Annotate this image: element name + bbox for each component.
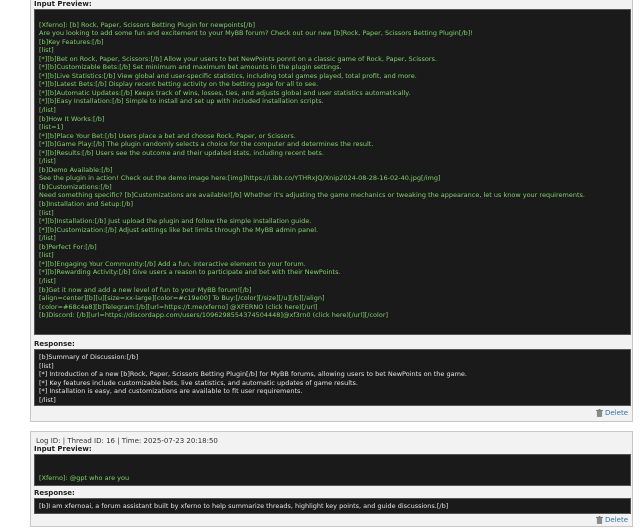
delete-label: Delete [605, 409, 628, 417]
response-box: [b]Summary of Discussion:[/b] [list] [*] I… [34, 349, 631, 406]
input-text-line: [Xferno]: [b] Rock, Paper, Scissors Bett… [39, 20, 256, 29]
response-text-line: [*] Introduction of a new [b]Rock, Paper… [39, 370, 468, 379]
input-text-line [39, 328, 626, 334]
input-preview-box: [Xferno]: [b] Rock, Paper, Scissors Bett… [34, 9, 631, 335]
input-text-line [39, 320, 626, 329]
input-text-line: [*][b]Bet on Rock, Paper, Scissors:[/b] … [39, 54, 437, 63]
input-text-line: [list=1] [39, 123, 64, 132]
input-text-line [39, 457, 626, 466]
input-text-line: [b]Get it now and add a new level of fun… [39, 285, 252, 294]
input-text-line: [Xferno]: @gpt who are you [39, 474, 130, 482]
input-text-line: [color=#68c4e8][b]Telegram:[/b][url=http… [39, 302, 318, 311]
input-text-line: [b]Demo Available:[/b] [39, 165, 113, 174]
input-text-line: [*][b]Automatic Updates:[/b] Keeps track… [39, 88, 411, 97]
input-text-line: [b]Perfect For:[/b] [39, 242, 97, 251]
input-text-line: [/list] [39, 276, 56, 285]
input-text-line: [list] [39, 208, 54, 217]
input-text-line [39, 466, 626, 475]
input-text-line: Are you looking to add some fun and exci… [39, 29, 473, 38]
input-text-line: [align=center][b][u][size=xx-large][colo… [39, 294, 325, 303]
input-text-line: [*][b]Game Play:[/b] The plugin randomly… [39, 140, 374, 149]
response-label: Response: [34, 340, 75, 348]
input-text-line: [*][b]Installation:[/b] Just upload the … [39, 217, 312, 226]
input-text-line: [b]How It Works:[/b] [39, 114, 105, 123]
input-text-line: [b]Customizations:[/b] [39, 182, 112, 191]
input-text-line: [*][b]Customization:[/b] Adjust settings… [39, 225, 319, 234]
input-text-line: [b]Discord: [/b][url=https://discordapp.… [39, 311, 389, 320]
delete-button[interactable]: Delete [596, 516, 628, 524]
input-text-line: [/list] [39, 106, 56, 115]
trash-icon [596, 516, 603, 524]
log-entry: Log ID: | Thread ID: 16 | Time: 2025-07-… [30, 431, 633, 527]
page-left-margin [0, 0, 30, 529]
input-text-line: [/list] [39, 157, 56, 166]
response-label: Response: [34, 489, 75, 497]
log-entry: Input Preview: [Xferno]: [b] Rock, Paper… [30, 0, 633, 422]
input-text-line: [/list] [39, 234, 56, 243]
input-text-line: [b]Installation and Setup:[/b] [39, 200, 134, 209]
input-text-line: [*][b]Easy Installation:[/b] Simple to i… [39, 97, 324, 106]
response-text-line: [*] Key features include customizable be… [39, 378, 358, 387]
response-text-line: [list] [39, 361, 54, 370]
response-text-line: [b]Summary of Discussion:[/b] [39, 353, 139, 361]
delete-button[interactable]: Delete [596, 409, 628, 417]
delete-label: Delete [605, 516, 628, 524]
input-text-line: Need something specific? [b]Customizatio… [39, 191, 585, 200]
input-text-line: [list] [39, 46, 54, 55]
input-text-line: [*][b]Latest Bets:[/b] Display recent be… [39, 80, 319, 89]
input-text-line: [*][b]Engaging Your Community:[/b] Add a… [39, 259, 306, 268]
response-text-line: [b]I am xfernoai, a forum assistant buil… [39, 502, 449, 510]
response-box: [b]I am xfernoai, a forum assistant buil… [34, 498, 631, 514]
input-text-line: [*][b]Results:[/b] Users see the outcome… [39, 148, 324, 157]
input-text-line: [*][b]Place Your Bet:[/b] Users place a … [39, 131, 296, 140]
trash-icon [596, 409, 603, 417]
input-text-line: [*][b]Live Statistics:[/b] View global a… [39, 71, 417, 80]
input-text-line: [b]Key Features:[/b] [39, 37, 104, 46]
input-preview-box: [Xferno]: @gpt who are you [34, 454, 631, 486]
input-text-line: See the plugin in action! Check out the … [39, 174, 441, 183]
input-preview-label: Input Preview: [34, 0, 92, 8]
response-text-line: [*] Installation is easy, and customizat… [39, 387, 303, 396]
input-text-line: [list] [39, 251, 54, 260]
input-text-line: [*][b]Rewarding Activity:[/b] Give users… [39, 268, 341, 277]
input-text-line [39, 12, 626, 21]
response-text-line: [/list] [39, 395, 56, 404]
input-preview-label: Input Preview: [34, 445, 92, 453]
input-text-line: [*][b]Customizable Bets:[/b] Set minimum… [39, 63, 342, 72]
